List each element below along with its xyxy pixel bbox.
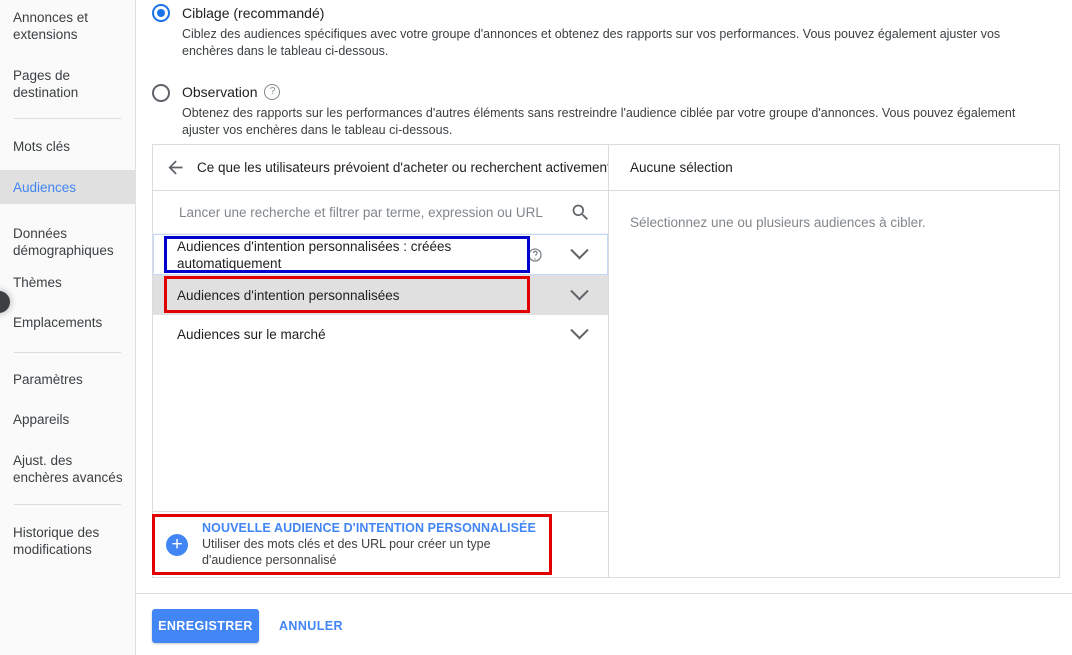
search-icon[interactable]: [570, 202, 591, 223]
category-row-audiences-intention-auto[interactable]: Audiences d'intention personnalisées : c…: [153, 234, 608, 275]
save-button[interactable]: ENREGISTRER: [152, 609, 259, 643]
left-sidebar: Annonces et extensions Pages de destinat…: [0, 0, 136, 655]
targeting-mode-radio-group: Ciblage (recommandé) Ciblez des audience…: [152, 0, 1057, 139]
audience-category-list: Audiences d'intention personnalisées : c…: [153, 234, 608, 511]
sidebar-divider-2: [14, 352, 121, 353]
help-circle-icon[interactable]: [520, 247, 550, 263]
audience-selection-column: Aucune sélection Sélectionnez une ou plu…: [609, 145, 1059, 577]
search-input[interactable]: [177, 203, 570, 221]
selection-column-title: Aucune sélection: [630, 160, 733, 175]
sidebar-item-label: Mots clés: [13, 138, 71, 154]
help-circle-icon[interactable]: ?: [264, 84, 281, 100]
sidebar-item-label: Emplacements: [13, 314, 103, 330]
new-custom-intent-audience-button[interactable]: + NOUVELLE AUDIENCE D'INTENTION PERSONNA…: [153, 511, 608, 577]
page-root: Annonces et extensions Pages de destinat…: [0, 0, 1072, 655]
radio-option-observation[interactable]: Observation ? Obtenez des rapports sur l…: [152, 83, 1057, 139]
category-row-audiences-intention-personnalisees[interactable]: Audiences d'intention personnalisées: [153, 275, 608, 315]
plus-circle-icon[interactable]: +: [166, 533, 188, 556]
footer-divider: [136, 593, 1072, 594]
category-actions: [520, 321, 608, 341]
new-audience-title: NOUVELLE AUDIENCE D'INTENTION PERSONNALI…: [202, 521, 536, 535]
sidebar-divider-3: [14, 504, 121, 505]
audience-selector-panel: Ce que les utilisateurs prévoient d'ache…: [152, 144, 1060, 578]
sidebar-item-appareils[interactable]: Appareils: [0, 409, 135, 429]
back-arrow-icon[interactable]: [153, 157, 197, 178]
sidebar-item-label: Pages de destination: [13, 68, 79, 100]
category-actions: [520, 281, 608, 302]
audience-browse-column: Ce que les utilisateurs prévoient d'ache…: [153, 145, 609, 577]
sidebar-item-historique-des-modifications[interactable]: Historique des modifications: [0, 521, 135, 561]
chevron-down-icon[interactable]: [550, 281, 608, 302]
sidebar-item-parametres[interactable]: Paramètres: [0, 369, 135, 389]
new-audience-subtitle: Utiliser des mots clés et des URL pour c…: [202, 537, 491, 567]
category-label: Audiences sur le marché: [177, 327, 326, 342]
sidebar-item-themes[interactable]: Thèmes: [0, 272, 135, 292]
sidebar-item-label: Annonces et extensions: [13, 10, 89, 42]
selection-column-header: Aucune sélection: [609, 145, 1059, 191]
radio-option-description: Obtenez des rapports sur les performance…: [182, 106, 1016, 137]
radio-option-title: Ciblage (recommandé): [182, 5, 325, 21]
sidebar-item-annonces-et-extensions[interactable]: Annonces et extensions: [0, 6, 135, 46]
chevron-down-icon[interactable]: [550, 321, 608, 341]
sidebar-item-label: Appareils: [13, 411, 70, 427]
sidebar-item-label: Thèmes: [13, 274, 62, 290]
sidebar-item-pages-de-destination[interactable]: Pages de destination: [0, 64, 135, 104]
sidebar-item-donnees-demographiques[interactable]: Données démographiques: [0, 222, 135, 262]
new-audience-text: NOUVELLE AUDIENCE D'INTENTION PERSONNALI…: [202, 521, 552, 568]
radio-selected-icon[interactable]: [152, 4, 170, 22]
radio-unselected-icon[interactable]: [152, 84, 170, 102]
sidebar-item-audiences[interactable]: Audiences: [0, 170, 135, 204]
category-actions: [520, 241, 608, 263]
sidebar-item-emplacements[interactable]: Emplacements: [0, 312, 135, 332]
category-row-audiences-sur-le-marche[interactable]: Audiences sur le marché: [153, 315, 608, 354]
radio-option-ciblage[interactable]: Ciblage (recommandé) Ciblez des audience…: [152, 0, 1057, 60]
browse-column-header: Ce que les utilisateurs prévoient d'ache…: [153, 145, 608, 191]
sidebar-item-label: Paramètres: [13, 371, 83, 387]
radio-option-description: Ciblez des audiences spécifiques avec vo…: [182, 27, 1001, 58]
sidebar-item-label: Historique des modifications: [13, 525, 100, 557]
browse-column-title: Ce que les utilisateurs prévoient d'ache…: [197, 160, 608, 175]
sidebar-item-mots-cles[interactable]: Mots clés: [0, 136, 135, 156]
selection-empty-message: Sélectionnez une ou plusieurs audiences …: [630, 215, 926, 230]
cancel-button[interactable]: ANNULER: [271, 609, 351, 643]
chevron-down-icon[interactable]: [550, 241, 608, 261]
radio-option-title: Observation ?: [182, 83, 1057, 101]
audience-search-row[interactable]: [153, 191, 608, 234]
sidebar-divider-1: [14, 118, 121, 119]
category-label: Audiences d'intention personnalisées: [177, 287, 400, 303]
sidebar-item-label: Ajust. des enchères avancés: [13, 453, 123, 485]
sidebar-item-ajustement-encheres-avances[interactable]: Ajust. des enchères avancés: [0, 449, 135, 489]
category-label: Audiences d'intention personnalisées : c…: [177, 238, 452, 271]
sidebar-item-label: Audiences: [13, 179, 77, 195]
sidebar-item-label: Données démographiques: [13, 226, 114, 258]
